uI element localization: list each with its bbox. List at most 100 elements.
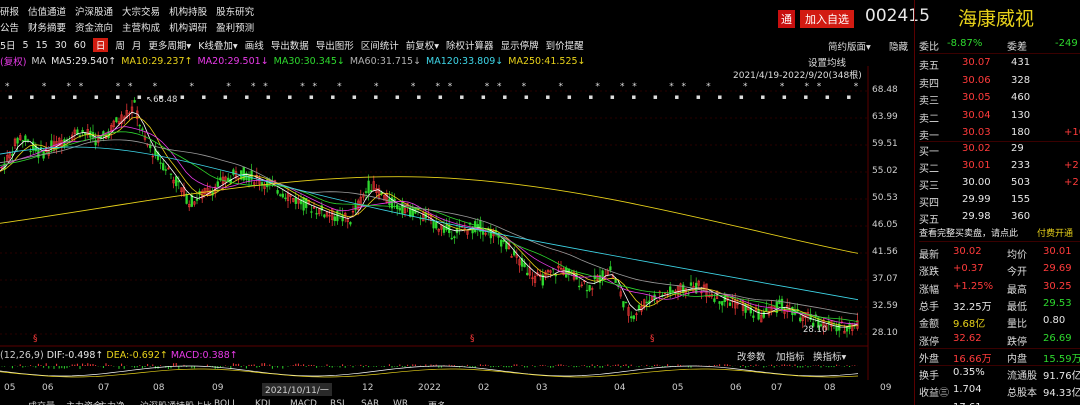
top-menu-item[interactable]: 机构调研 xyxy=(169,20,207,34)
indicator-tab[interactable]: BOLL xyxy=(214,399,237,405)
event-star: * xyxy=(485,82,490,92)
candle-body xyxy=(115,117,118,123)
candle-body xyxy=(279,194,282,196)
indicator-tab[interactable]: KDJ xyxy=(255,399,271,405)
event-dot: ▪ xyxy=(180,93,185,101)
top-menu-item[interactable]: 资金流向 xyxy=(75,20,113,34)
upgrade-link[interactable]: 付费开通 xyxy=(1037,226,1073,239)
toolbar-item[interactable]: 画线 xyxy=(245,38,264,52)
toolbar-item[interactable]: 5日 xyxy=(0,38,16,52)
event-star: * xyxy=(817,82,822,92)
bid-price[interactable]: 29.98 xyxy=(962,211,991,222)
toolbar-item[interactable]: 5 xyxy=(23,40,29,51)
event-dot: ▪ xyxy=(761,93,766,101)
ask-price[interactable]: 30.04 xyxy=(962,110,991,121)
toolbar-item[interactable]: 日 xyxy=(92,38,109,52)
top-menu-item[interactable]: 估值通道 xyxy=(28,4,66,18)
candle-body xyxy=(294,197,297,204)
event-star: * xyxy=(805,82,810,92)
event-dot: ▪ xyxy=(266,93,271,101)
toolbar-item[interactable]: 月 xyxy=(132,38,142,52)
bid-volume: 360 xyxy=(1011,211,1031,222)
toolbar-item[interactable]: 导出数据 xyxy=(271,38,309,52)
event-star: * xyxy=(251,82,256,92)
divider xyxy=(919,53,1080,54)
add-indicator-button[interactable]: 加指标 xyxy=(776,349,805,363)
toolbar-item[interactable]: 导出图形 xyxy=(316,38,354,52)
toolbar-item[interactable]: 周 xyxy=(115,38,125,52)
month-tick: 08 xyxy=(153,383,165,393)
ask-price[interactable]: 30.05 xyxy=(962,92,991,103)
macd-value: MACD:0.388↑ xyxy=(170,350,238,361)
event-marker[interactable]: § xyxy=(650,334,655,344)
candle-body xyxy=(624,301,628,304)
toolbar-item[interactable]: 区间统计 xyxy=(361,38,399,52)
top-menu-item[interactable]: 机构持股 xyxy=(169,4,207,18)
indicator-tab[interactable]: 沪深股通持股占比 xyxy=(140,399,212,405)
candle-body xyxy=(453,236,456,239)
toolbar-item[interactable]: 除权计算器 xyxy=(446,38,494,52)
event-dot: ▪ xyxy=(696,93,701,101)
macd-params: (12,26,9) xyxy=(0,350,44,361)
stat-label: 总手 xyxy=(919,301,939,313)
event-marker[interactable]: § xyxy=(33,334,38,344)
top-menu-item[interactable]: 沪深股通 xyxy=(75,4,113,18)
event-marker[interactable]: § xyxy=(470,334,475,344)
top-menu-item[interactable]: 公告 xyxy=(0,20,19,34)
event-dot: ▪ xyxy=(739,93,744,101)
indicator-tab[interactable]: 更多 xyxy=(428,399,446,405)
month-tick: 04 xyxy=(614,383,626,393)
layout-button[interactable]: 简约版面▾ xyxy=(828,39,871,53)
indicator-tab[interactable]: WR xyxy=(393,399,408,405)
ask-row: 卖一 30.03 180 +10 xyxy=(919,127,1080,142)
toolbar-item[interactable]: 更多周期▾ xyxy=(148,38,191,52)
add-watchlist-button[interactable]: 加入自选 xyxy=(800,10,854,28)
toolbar-item[interactable]: 15 xyxy=(36,40,48,51)
bid-price[interactable]: 30.01 xyxy=(962,160,991,171)
event-dot: ▪ xyxy=(202,93,207,101)
event-star: * xyxy=(854,82,859,92)
hide-button[interactable]: 隐藏 xyxy=(889,39,908,53)
bid-price[interactable]: 30.02 xyxy=(962,143,991,154)
event-dot: ▪ xyxy=(51,93,56,101)
stat-label: 收益㊂ xyxy=(919,388,949,400)
toolbar-item[interactable]: K线叠加▾ xyxy=(198,38,238,52)
event-star: * xyxy=(42,82,47,92)
event-dot: ▪ xyxy=(825,93,830,101)
toolbar-item[interactable]: 显示停牌 xyxy=(501,38,539,52)
indicator-tab[interactable]: MACD xyxy=(290,399,317,405)
top-menu-item[interactable]: 盈利预测 xyxy=(216,20,254,34)
ask-price[interactable]: 30.07 xyxy=(962,57,991,68)
toolbar-item[interactable]: 30 xyxy=(55,40,67,51)
indicator-tab[interactable]: 主力资金 xyxy=(66,399,102,405)
top-menu-item[interactable]: 研报 xyxy=(0,4,19,18)
indicator-tab[interactable]: SAR xyxy=(361,399,379,405)
top-menu-item[interactable]: 大宗交易 xyxy=(122,4,160,18)
ask-price[interactable]: 30.06 xyxy=(962,75,991,86)
ask-price[interactable]: 30.03 xyxy=(962,127,991,138)
bid-price[interactable]: 29.99 xyxy=(962,194,991,205)
switch-indicator-button[interactable]: 换指标▾ xyxy=(813,349,846,363)
stat-value: 9.68亿 xyxy=(953,319,986,331)
top-menu-item[interactable]: 股东研究 xyxy=(216,4,254,18)
ask-row: 卖二 30.04 130 xyxy=(919,110,1080,125)
toolbar-item[interactable]: 到价提醒 xyxy=(546,38,584,52)
kline-chart[interactable]: * * * * * * * * * * * * * * * * * * * * * * * * * * * * * * * * *▪ ▪ ▪ ▪ ▪ ▪ ▪… xyxy=(0,66,912,380)
indicator-tab[interactable]: 成交量 xyxy=(28,399,55,405)
toolbar-item[interactable]: 前复权▾ xyxy=(406,38,439,52)
bid-price[interactable]: 30.00 xyxy=(962,177,991,188)
tong-badge[interactable]: 通 xyxy=(778,10,795,28)
ask-label: 卖四 xyxy=(919,78,939,90)
indicator-tab[interactable]: RSI xyxy=(330,399,345,405)
bid-label: 买一 xyxy=(919,147,939,158)
candle-body xyxy=(310,211,313,213)
candle-body xyxy=(284,197,287,200)
candle-body xyxy=(762,311,765,318)
top-menu-item[interactable]: 主营构成 xyxy=(122,20,160,34)
toolbar-item[interactable]: 60 xyxy=(74,40,86,51)
candle-body xyxy=(565,267,568,278)
stat-value: 32.62 xyxy=(953,332,982,344)
edit-params-button[interactable]: 改参数 xyxy=(737,349,766,363)
indicator-tab[interactable]: 主力净 xyxy=(98,399,125,405)
top-menu-item[interactable]: 财务摘要 xyxy=(28,20,66,34)
